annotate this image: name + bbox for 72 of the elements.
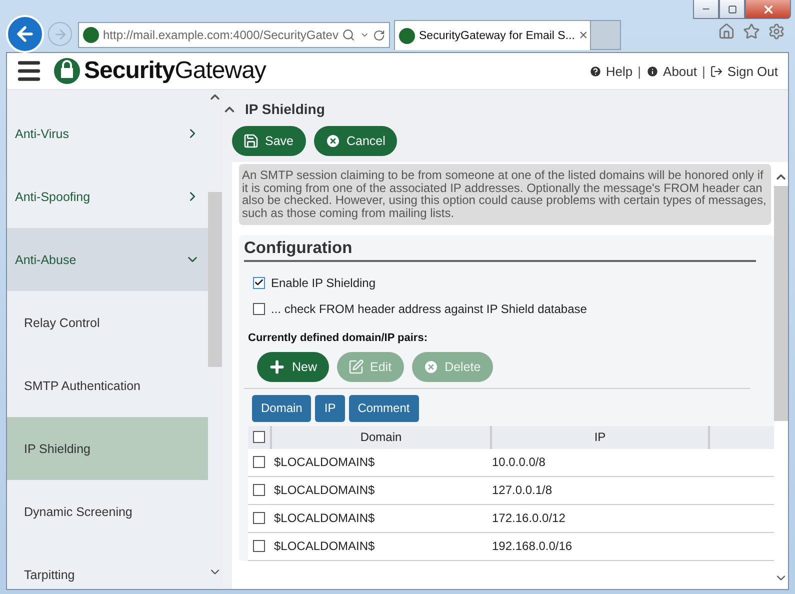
page-title: IP Shielding	[245, 101, 325, 117]
sign-out-icon	[710, 64, 724, 78]
table-cell-text: $LOCALDOMAIN$	[273, 483, 376, 498]
maximize-icon	[728, 4, 736, 14]
checkbox[interactable]	[253, 484, 265, 496]
table-row[interactable]: $LOCALDOMAIN$ 172.16.0.0/12	[248, 504, 774, 533]
table-cell-text: $LOCALDOMAIN$	[273, 539, 376, 554]
table-cell-text: 10.0.0.0/8	[491, 455, 546, 470]
star-icon[interactable]	[743, 23, 760, 40]
save-icon	[243, 133, 259, 149]
checkbox[interactable]	[253, 431, 265, 444]
info-icon	[646, 64, 660, 78]
description-text: An SMTP session claiming to be from someone at one of the listed domains will be honored only if it is coming from one of the associated IP addresses. Optionally the message's FROM header can also be checked. However, using this option could cause problems with certain types of messages, such as those coming from mailing lists.	[239, 164, 771, 225]
browser-tab[interactable]: SecurityGateway for Email S... ×	[394, 20, 591, 50]
table-row[interactable]: $LOCALDOMAIN$ 10.0.0.0/8	[248, 448, 774, 477]
edit-icon	[348, 358, 364, 375]
sidebar-item[interactable]: Tarpitting	[7, 543, 208, 589]
table-row[interactable]: $LOCALDOMAIN$ 192.168.0.0/16	[248, 532, 774, 561]
column-toggle-button[interactable]: Domain	[252, 394, 312, 422]
cancel-button[interactable]: Cancel	[314, 126, 398, 156]
column-toggle-button[interactable]: IP	[315, 394, 345, 422]
minimize-button[interactable]	[693, 0, 719, 19]
sidebar-item[interactable]: IP Shielding	[7, 417, 208, 480]
tab-close-button[interactable]: ×	[578, 28, 588, 43]
separator: |	[702, 64, 706, 78]
header-link[interactable]: About	[646, 64, 698, 78]
plus-icon	[268, 358, 286, 376]
sidebar-item[interactable]: Anti-Abuse	[7, 228, 208, 291]
close-icon	[762, 2, 774, 16]
checkbox[interactable]	[253, 456, 265, 468]
save-button[interactable]: Save	[232, 126, 306, 156]
close-icon	[324, 133, 340, 149]
close-icon	[422, 358, 439, 375]
section-title: Configuration	[244, 238, 756, 262]
sidebar-item[interactable]: Dynamic Screening	[7, 480, 208, 543]
header-link[interactable]: Help	[588, 64, 633, 78]
site-icon	[399, 28, 415, 44]
separator: |	[638, 64, 642, 78]
checkbox[interactable]	[253, 540, 265, 552]
sidebar-item[interactable]: Relay Control	[7, 291, 208, 354]
url-text: http://mail.example.com:4000/SecurityGatev	[103, 28, 338, 42]
option-label: ... check FROM header address against IP Shield database	[271, 302, 587, 316]
table-cell-text: 127.0.0.1/8	[491, 483, 554, 498]
checkbox[interactable]	[253, 276, 265, 289]
logo-text: SecurityGateway	[84, 57, 266, 85]
sidebar-item[interactable]: SMTP Authentication	[7, 354, 208, 417]
column-toggle-button[interactable]: Comment	[348, 394, 419, 422]
header-link[interactable]: Sign Out	[710, 64, 778, 78]
table-cell-text: 172.16.0.0/12	[491, 511, 566, 526]
table-cell-text: $LOCALDOMAIN$	[273, 455, 376, 470]
checkbox[interactable]	[253, 302, 265, 315]
new-button[interactable]: New	[257, 352, 330, 382]
sidebar-item[interactable]: Anti-Spoofing	[7, 165, 208, 228]
help-icon	[588, 64, 602, 78]
maximize-button[interactable]	[719, 0, 745, 19]
pairs-label: Currently defined domain/IP pairs:	[248, 332, 428, 344]
settings-icon[interactable]	[768, 23, 785, 40]
refresh-icon[interactable]	[372, 28, 386, 42]
address-bar[interactable]: http://mail.example.com:4000/SecurityGatev	[78, 22, 390, 48]
back-button[interactable]	[6, 15, 44, 53]
checkbox[interactable]	[253, 512, 265, 524]
site-icon	[83, 27, 99, 43]
sidebar-item[interactable]: Anti-Virus	[7, 102, 208, 165]
tab-title: SecurityGateway for Email S...	[419, 30, 575, 42]
table-cell-text: $LOCALDOMAIN$	[273, 511, 376, 526]
option-label: Enable IP Shielding	[271, 276, 376, 290]
close-button[interactable]	[745, 0, 791, 19]
table-row[interactable]: $LOCALDOMAIN$ 127.0.0.1/8	[248, 476, 774, 505]
search-icon[interactable]	[342, 28, 356, 42]
home-icon[interactable]	[718, 23, 735, 40]
arrow-right-icon	[52, 26, 68, 42]
table-cell-text: 192.168.0.0/16	[491, 539, 574, 554]
